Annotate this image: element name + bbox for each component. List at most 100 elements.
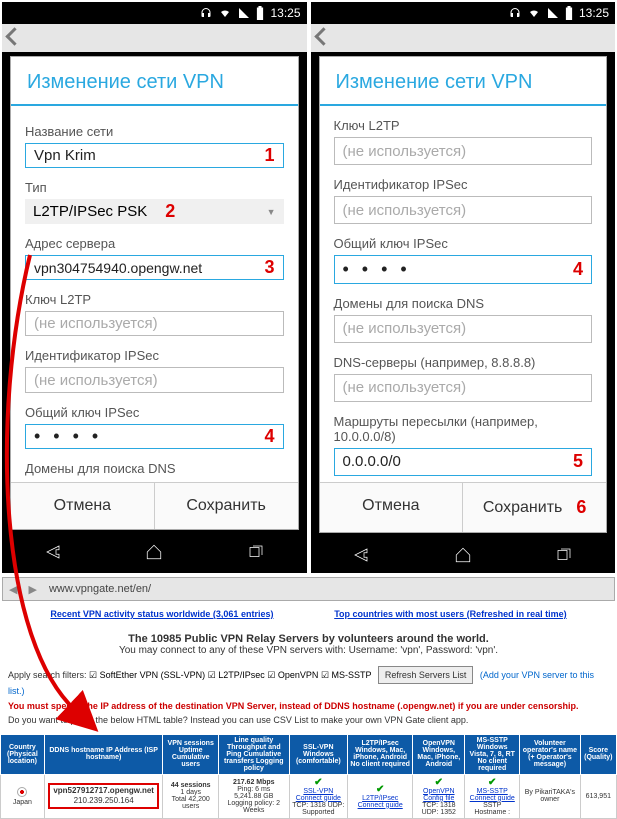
battery-icon bbox=[565, 6, 573, 20]
wifi-icon bbox=[527, 7, 541, 19]
th-hostname: DDNS hostname IP Address (ISP hostname) bbox=[44, 734, 163, 774]
check-icon: ✔ bbox=[314, 777, 322, 788]
annotation-4b: 4 bbox=[573, 259, 583, 280]
check-icon: ✔ bbox=[376, 784, 384, 795]
android-nav-bar-r bbox=[311, 537, 616, 573]
filter-row: Apply search filters: ☑ SoftEther VPN (S… bbox=[0, 664, 617, 730]
status-bar: 13:25 bbox=[2, 2, 307, 24]
label-ipsec-key-r: Общий ключ IPSec bbox=[334, 236, 593, 251]
cell-operator: By PikariTAKA's owner bbox=[520, 774, 581, 818]
input-dns-servers-r[interactable]: (не используется) bbox=[334, 374, 593, 402]
value-vpn-type: L2TP/IPSec PSK bbox=[33, 203, 147, 220]
input-l2tp-key-r[interactable]: (не используется) bbox=[334, 137, 593, 165]
dialog-title: Изменение сети VPN bbox=[11, 57, 298, 106]
nav-home-icon[interactable] bbox=[144, 543, 164, 561]
th-line: Line quality Throughput and Ping Cumulat… bbox=[218, 734, 289, 774]
filter-openvpn[interactable]: ☑ OpenVPN bbox=[267, 670, 318, 680]
placeholder-l2tp: (не используется) bbox=[34, 315, 158, 332]
nav-back-icon-r[interactable] bbox=[351, 546, 371, 564]
dropdown-vpn-type[interactable]: L2TP/IPSec PSK 2 bbox=[25, 199, 284, 224]
annotation-5: 5 bbox=[573, 451, 583, 472]
input-ipsec-psk-r[interactable]: • • • • 4 bbox=[334, 255, 593, 283]
nav-recent-icon-r[interactable] bbox=[554, 546, 574, 564]
input-dns-search-r[interactable]: (не используется) bbox=[334, 315, 593, 343]
placeholder-dnssearch-r: (не используется) bbox=[343, 320, 467, 337]
subline: You may connect to any of these VPN serv… bbox=[119, 645, 498, 656]
cancel-button-r[interactable]: Отмена bbox=[320, 483, 464, 532]
filter-l2tp[interactable]: ☑ L2TP/IPsec bbox=[208, 670, 265, 680]
th-sessions: VPN sessions Uptime Cumulative users bbox=[163, 734, 218, 774]
cell-hostname: vpn527912717.opengw.net 210.239.250.164 bbox=[44, 774, 163, 818]
th-operator: Volunteer operator's name (+ Operator's … bbox=[520, 734, 581, 774]
dialog-body-left: Название сети Vpn Krim 1 Тип L2TP/IPSec … bbox=[11, 106, 298, 482]
th-score: Score (Quality) bbox=[580, 734, 616, 774]
input-routes-r[interactable]: 0.0.0.0/0 5 bbox=[334, 448, 593, 476]
link-top-countries[interactable]: Top countries with most users (Refreshed… bbox=[334, 609, 566, 619]
annotation-1: 1 bbox=[264, 145, 274, 166]
value-psk-r: • • • • bbox=[343, 259, 411, 280]
cell-ovpn[interactable]: ✔ OpenVPN Config file TCP: 1318 UDP: 135… bbox=[413, 774, 465, 818]
filter-softether[interactable]: ☑ SoftEther VPN (SSL-VPN) bbox=[89, 670, 205, 680]
input-server-address[interactable]: vpn304754940.opengw.net 3 bbox=[25, 255, 284, 280]
android-action-bar bbox=[2, 24, 307, 52]
input-ipsec-id[interactable]: (не используется) bbox=[25, 367, 284, 392]
back-icon-r[interactable] bbox=[317, 30, 330, 46]
dialog-body-right: Ключ L2TP (не используется) Идентификато… bbox=[320, 106, 607, 482]
annotation-2: 2 bbox=[165, 201, 175, 222]
censorship-warning: You must specify the IP address of the d… bbox=[8, 701, 578, 711]
check-icon: ✔ bbox=[488, 777, 496, 788]
table-row: Japan vpn527912717.opengw.net 210.239.25… bbox=[1, 774, 617, 818]
label-type: Тип bbox=[25, 180, 284, 195]
dialog-title-r: Изменение сети VPN bbox=[320, 57, 607, 106]
status-bar-r: 13:25 bbox=[311, 2, 616, 24]
cancel-button[interactable]: Отмена bbox=[11, 483, 155, 529]
cell-ssl[interactable]: ✔ SSL-VPN Connect guide TCP: 1318 UDP: S… bbox=[289, 774, 347, 818]
cell-sstp[interactable]: ✔ MS-SSTP Connect guide SSTP Hostname : bbox=[465, 774, 520, 818]
save-button[interactable]: Сохранить bbox=[155, 483, 298, 529]
label-name: Название сети bbox=[25, 124, 284, 139]
input-vpn-name[interactable]: Vpn Krim 1 bbox=[25, 143, 284, 168]
wifi-icon bbox=[218, 7, 232, 19]
nav-home-icon-r[interactable] bbox=[453, 546, 473, 564]
nav-recent-icon[interactable] bbox=[246, 543, 266, 561]
input-ipsec-id-r[interactable]: (не используется) bbox=[334, 196, 593, 224]
placeholder-ipsecid: (не используется) bbox=[34, 372, 158, 389]
check-icon: ✔ bbox=[435, 777, 443, 788]
value-vpn-name: Vpn Krim bbox=[34, 147, 96, 164]
android-action-bar-r bbox=[311, 24, 616, 52]
link-recent-activity[interactable]: Recent VPN activity status worldwide (3,… bbox=[50, 609, 273, 619]
cell-l2tp[interactable]: ✔ L2TP/IPsec Connect guide bbox=[348, 774, 413, 818]
android-nav-bar bbox=[2, 534, 307, 570]
battery-icon bbox=[256, 6, 264, 20]
input-ipsec-psk[interactable]: • • • • 4 bbox=[25, 424, 284, 449]
th-ovpn: OpenVPN Windows, Mac, iPhone, Android bbox=[413, 734, 465, 774]
signal-icon bbox=[547, 7, 559, 19]
clock: 13:25 bbox=[270, 6, 300, 20]
label-ipsec-id-r: Идентификатор IPSec bbox=[334, 177, 593, 192]
nav-back-icon[interactable] bbox=[43, 543, 63, 561]
cell-line: 217.62 Mbps Ping: 6 ms 5,241.88 GB Loggi… bbox=[218, 774, 289, 818]
clock-r: 13:25 bbox=[579, 6, 609, 20]
back-icon[interactable] bbox=[8, 30, 21, 46]
save-button-r[interactable]: Сохранить 6 bbox=[463, 483, 606, 532]
signal-icon bbox=[238, 7, 250, 19]
promo-text: The 10985 Public VPN Relay Servers by vo… bbox=[0, 625, 617, 664]
refresh-button[interactable]: Refresh Servers List bbox=[378, 666, 474, 684]
label-l2tp-key: Ключ L2TP bbox=[25, 292, 284, 307]
label-dns-search: Домены для поиска DNS bbox=[25, 461, 284, 476]
servers-table: Country (Physical location) DDNS hostnam… bbox=[0, 734, 617, 819]
input-l2tp-key[interactable]: (не используется) bbox=[25, 311, 284, 336]
flag-japan-icon bbox=[17, 787, 27, 797]
csv-note: Do you want to parse the below HTML tabl… bbox=[8, 715, 468, 725]
address-url: www.vpngate.net/en/ bbox=[49, 583, 151, 595]
vpn-edit-dialog-r: Изменение сети VPN Ключ L2TP (не использ… bbox=[319, 56, 608, 533]
cell-sessions: 44 sessions 1 days Total 42,200 users bbox=[163, 774, 218, 818]
label-server: Адрес сервера bbox=[25, 236, 284, 251]
annotation-3: 3 bbox=[264, 257, 274, 278]
label-dns-servers-r: DNS-серверы (например, 8.8.8.8) bbox=[334, 355, 593, 370]
label-ipsec-key: Общий ключ IPSec bbox=[25, 405, 284, 420]
address-bar[interactable]: www.vpngate.net/en/ bbox=[2, 577, 615, 601]
filter-mssstp[interactable]: ☑ MS-SSTP bbox=[321, 670, 371, 680]
value-psk: • • • • bbox=[34, 426, 102, 447]
th-country: Country (Physical location) bbox=[1, 734, 45, 774]
